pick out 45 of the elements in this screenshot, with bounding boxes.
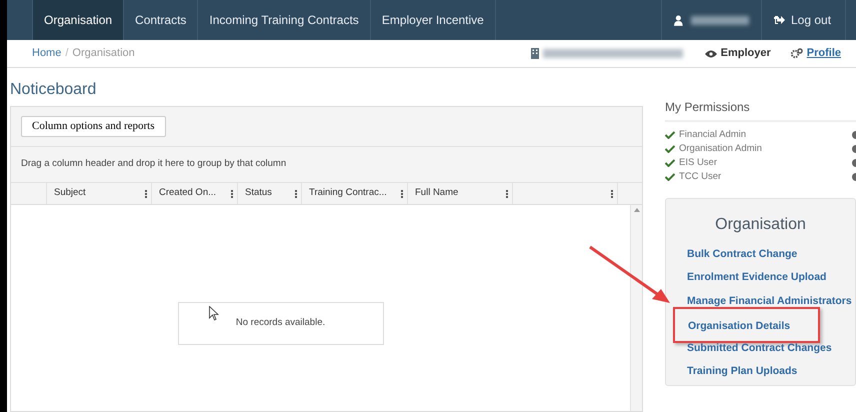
- breadcrumb-link[interactable]: Home: [32, 45, 62, 62]
- nav-tab[interactable]: Organisation: [32, 0, 124, 40]
- scroll-up-icon: [634, 208, 640, 212]
- empty-message: No records available.: [178, 302, 384, 344]
- column-header[interactable]: Subject: [47, 183, 152, 204]
- section-title: My Permissions: [665, 98, 856, 122]
- column-label: Created On...: [159, 186, 216, 200]
- permission-label: Organisation Admin: [679, 142, 763, 156]
- breadcrumb-separator: /: [65, 46, 68, 62]
- organisation-link[interactable]: Enrolment Evidence Upload: [687, 270, 826, 286]
- column-label: Full Name: [415, 186, 458, 200]
- organisation-link[interactable]: Bulk Contract Change: [687, 246, 798, 263]
- permission-label: Financial Admin: [679, 128, 748, 142]
- eye-icon: [704, 50, 717, 58]
- organisation-link[interactable]: Manage Financial Administrators: [687, 294, 852, 310]
- building-icon: [530, 48, 539, 59]
- redacted-user-name: [690, 16, 749, 24]
- nav-tab[interactable]: Incoming Training Contracts: [197, 0, 370, 40]
- page-title: Noticeboard: [10, 80, 98, 100]
- organisation-link[interactable]: Training Plan Uploads: [687, 364, 798, 380]
- column-header[interactable]: Created On...: [152, 183, 238, 204]
- column-label: Status: [245, 186, 272, 200]
- column-header[interactable]: Status: [238, 183, 302, 204]
- nav-tab[interactable]: Contracts: [123, 0, 198, 40]
- organisation-link[interactable]: Submitted Contract Changes: [687, 340, 832, 357]
- column-label: Subject: [54, 186, 86, 200]
- organisation-link[interactable]: Organisation Details: [688, 320, 790, 332]
- nav-tab[interactable]: Employer Incentive: [370, 0, 495, 40]
- column-header[interactable]: Full Name: [408, 183, 513, 204]
- role-label: Employer: [720, 46, 771, 62]
- column-header[interactable]: Training Contrac...: [302, 183, 408, 204]
- column-options-button[interactable]: Column options and reports: [21, 116, 166, 137]
- permission-label: EIS User: [679, 156, 718, 170]
- logout-button[interactable]: Log out: [761, 0, 846, 40]
- breadcrumb-current: Organisation: [72, 46, 135, 62]
- card-title: Organisation: [714, 215, 807, 235]
- settings-icon: [790, 48, 803, 59]
- scrollbar[interactable]: [630, 205, 642, 411]
- permission-label: TCC User: [679, 170, 722, 184]
- column-label: Training Contrac...: [309, 186, 387, 200]
- user-icon: [674, 14, 683, 26]
- logout-icon: [774, 15, 785, 25]
- cursor-icon: [209, 306, 219, 321]
- profile-link[interactable]: Profile: [790, 45, 841, 62]
- group-hint: Drag a column header and drop it here to group by that column: [11, 147, 642, 183]
